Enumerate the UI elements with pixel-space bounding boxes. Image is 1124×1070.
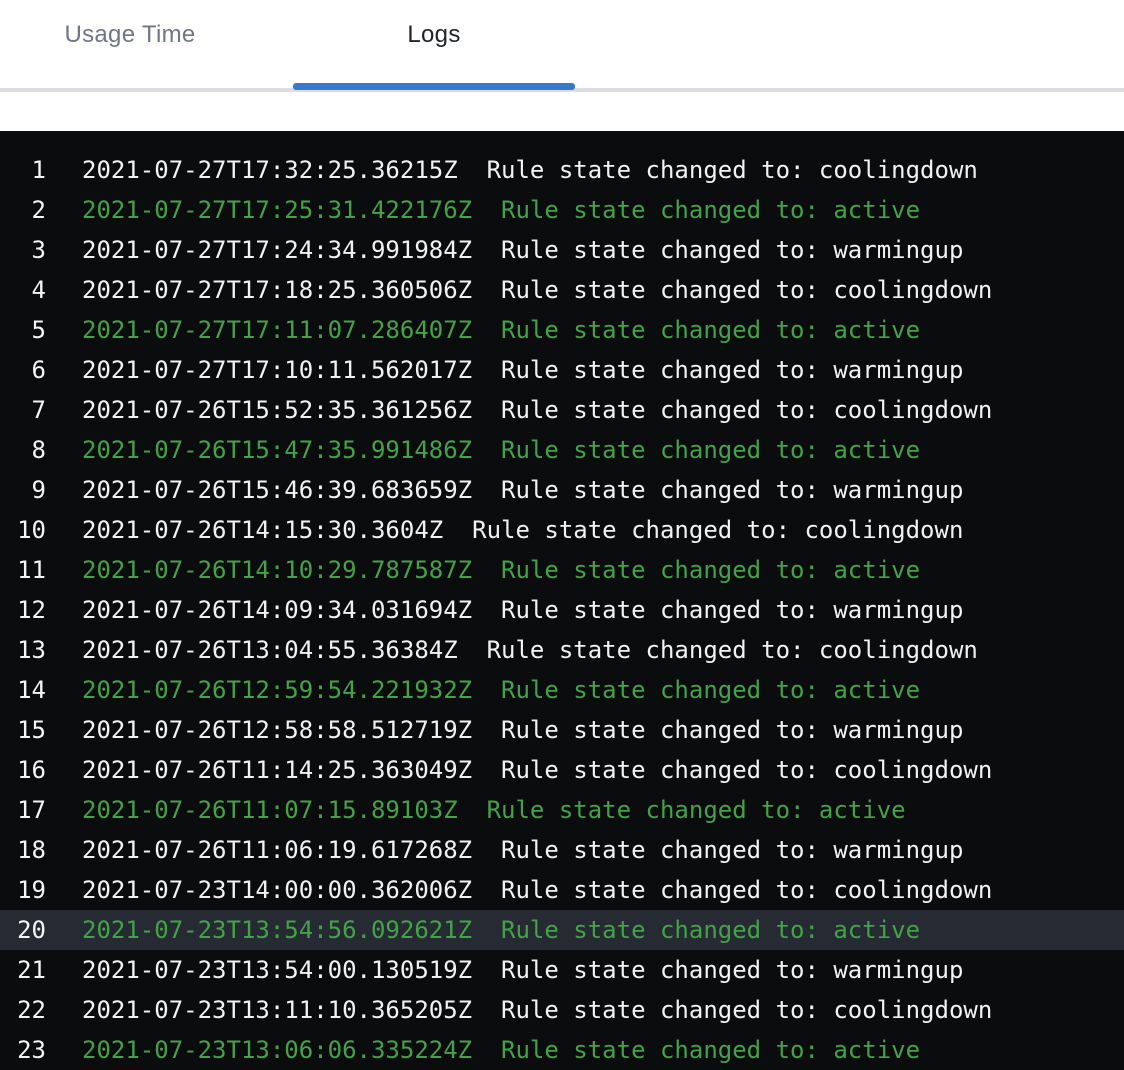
log-row[interactable]: 14 2021-07-26T12:59:54.221932Z Rule stat… [0,670,1124,710]
line-number: 22 [0,990,46,1030]
log-row[interactable]: 2 2021-07-27T17:25:31.422176Z Rule state… [0,190,1124,230]
line-text: 2021-07-26T15:46:39.683659Z Rule state c… [46,470,963,510]
line-number: 16 [0,750,46,790]
log-row[interactable]: 8 2021-07-26T15:47:35.991486Z Rule state… [0,430,1124,470]
log-row[interactable]: 11 2021-07-26T14:10:29.787587Z Rule stat… [0,550,1124,590]
tab-content-gap [0,92,1124,131]
tab-usage-time[interactable]: Usage Time [0,0,260,88]
log-row[interactable]: 19 2021-07-23T14:00:00.362006Z Rule stat… [0,870,1124,910]
line-number: 20 [0,910,46,950]
line-number: 3 [0,230,46,270]
log-row[interactable]: 21 2021-07-23T13:54:00.130519Z Rule stat… [0,950,1124,990]
log-row[interactable]: 7 2021-07-26T15:52:35.361256Z Rule state… [0,390,1124,430]
line-text: 2021-07-26T12:59:54.221932Z Rule state c… [46,670,920,710]
line-text: 2021-07-27T17:18:25.360506Z Rule state c… [46,270,992,310]
log-row[interactable]: 3 2021-07-27T17:24:34.991984Z Rule state… [0,230,1124,270]
line-text: 2021-07-26T14:09:34.031694Z Rule state c… [46,590,963,630]
line-number: 15 [0,710,46,750]
log-row[interactable]: 23 2021-07-23T13:06:06.335224Z Rule stat… [0,1030,1124,1070]
log-row[interactable]: 1 2021-07-27T17:32:25.36215Z Rule state … [0,150,1124,190]
line-text: 2021-07-23T13:54:00.130519Z Rule state c… [46,950,963,990]
line-text: 2021-07-26T11:07:15.89103Z Rule state ch… [46,790,906,830]
line-number: 11 [0,550,46,590]
tab-usage-time-label: Usage Time [64,21,195,49]
log-viewer: 1 2021-07-27T17:32:25.36215Z Rule state … [0,131,1124,1070]
line-text: 2021-07-27T17:32:25.36215Z Rule state ch… [46,150,978,190]
line-text: 2021-07-26T14:10:29.787587Z Rule state c… [46,550,920,590]
line-number: 23 [0,1030,46,1070]
tab-logs-label: Logs [407,21,460,49]
log-row[interactable]: 10 2021-07-26T14:15:30.3604Z Rule state … [0,510,1124,550]
line-text: 2021-07-26T13:04:55.36384Z Rule state ch… [46,630,978,670]
line-text: 2021-07-26T15:52:35.361256Z Rule state c… [46,390,992,430]
line-number: 2 [0,190,46,230]
log-row[interactable]: 12 2021-07-26T14:09:34.031694Z Rule stat… [0,590,1124,630]
log-row[interactable]: 20 2021-07-23T13:54:56.092621Z Rule stat… [0,910,1124,950]
line-text: 2021-07-26T15:47:35.991486Z Rule state c… [46,430,920,470]
log-row[interactable]: 16 2021-07-26T11:14:25.363049Z Rule stat… [0,750,1124,790]
line-text: 2021-07-23T13:06:06.335224Z Rule state c… [46,1030,920,1070]
line-text: 2021-07-26T11:14:25.363049Z Rule state c… [46,750,992,790]
log-row[interactable]: 13 2021-07-26T13:04:55.36384Z Rule state… [0,630,1124,670]
log-row[interactable]: 9 2021-07-26T15:46:39.683659Z Rule state… [0,470,1124,510]
line-text: 2021-07-27T17:10:11.562017Z Rule state c… [46,350,963,390]
active-tab-indicator [293,83,575,90]
line-number: 8 [0,430,46,470]
tab-bar: Usage Time Logs [0,0,1124,92]
line-text: 2021-07-26T11:06:19.617268Z Rule state c… [46,830,963,870]
line-number: 1 [0,150,46,190]
line-number: 4 [0,270,46,310]
line-text: 2021-07-23T13:54:56.092621Z Rule state c… [46,910,920,950]
line-number: 17 [0,790,46,830]
tab-logs[interactable]: Logs [293,0,575,88]
log-row[interactable]: 22 2021-07-23T13:11:10.365205Z Rule stat… [0,990,1124,1030]
line-number: 19 [0,870,46,910]
line-text: 2021-07-23T13:11:10.365205Z Rule state c… [46,990,992,1030]
line-text: 2021-07-27T17:24:34.991984Z Rule state c… [46,230,963,270]
line-number: 5 [0,310,46,350]
log-row[interactable]: 18 2021-07-26T11:06:19.617268Z Rule stat… [0,830,1124,870]
line-text: 2021-07-27T17:25:31.422176Z Rule state c… [46,190,920,230]
log-row[interactable]: 4 2021-07-27T17:18:25.360506Z Rule state… [0,270,1124,310]
line-number: 6 [0,350,46,390]
line-text: 2021-07-26T12:58:58.512719Z Rule state c… [46,710,963,750]
log-row[interactable]: 15 2021-07-26T12:58:58.512719Z Rule stat… [0,710,1124,750]
line-text: 2021-07-23T14:00:00.362006Z Rule state c… [46,870,992,910]
log-row[interactable]: 5 2021-07-27T17:11:07.286407Z Rule state… [0,310,1124,350]
line-number: 14 [0,670,46,710]
line-number: 9 [0,470,46,510]
line-number: 10 [0,510,46,550]
line-text: 2021-07-26T14:15:30.3604Z Rule state cha… [46,510,963,550]
line-number: 13 [0,630,46,670]
log-row[interactable]: 17 2021-07-26T11:07:15.89103Z Rule state… [0,790,1124,830]
line-number: 18 [0,830,46,870]
line-number: 21 [0,950,46,990]
log-row[interactable]: 6 2021-07-27T17:10:11.562017Z Rule state… [0,350,1124,390]
line-text: 2021-07-27T17:11:07.286407Z Rule state c… [46,310,920,350]
line-number: 7 [0,390,46,430]
log-lines: 1 2021-07-27T17:32:25.36215Z Rule state … [0,150,1124,1070]
line-number: 12 [0,590,46,630]
